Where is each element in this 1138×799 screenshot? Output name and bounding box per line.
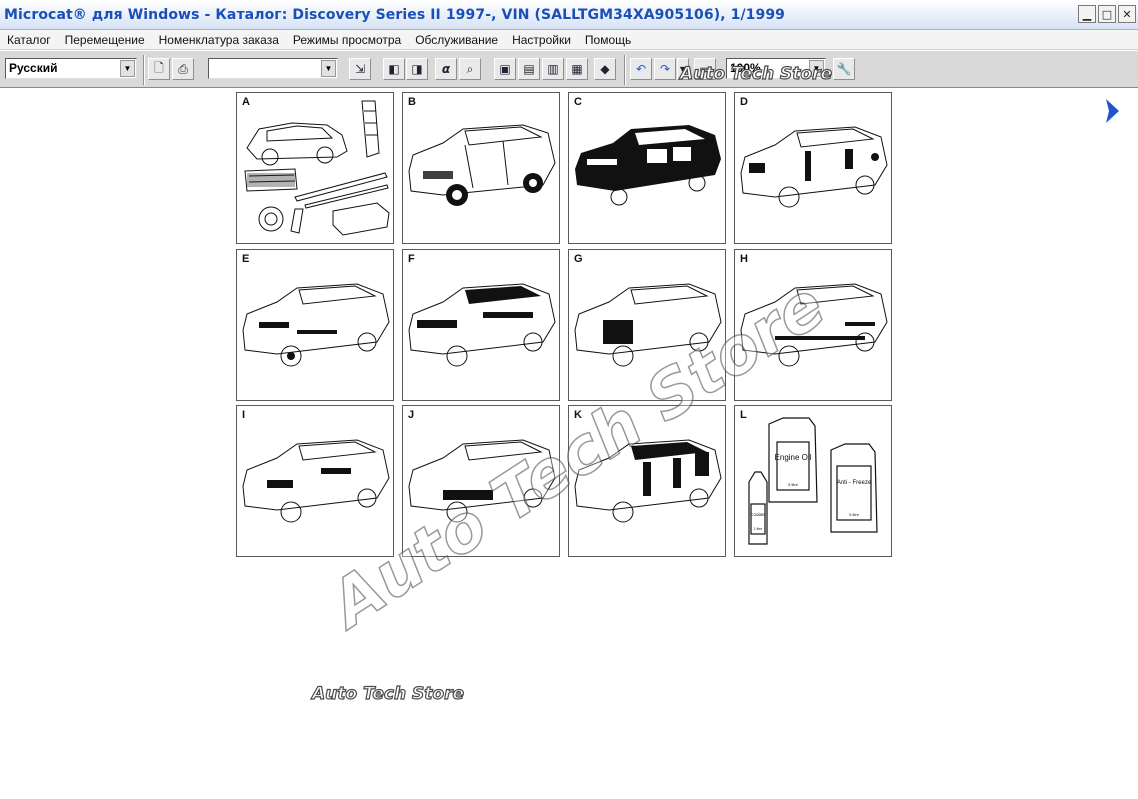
menu-bar: Каталог Перемещение Номенклатура заказа … [0, 30, 1138, 50]
car-illustration [740, 283, 888, 367]
microcat-window: Microcat® для Windows - Каталог: Discove… [0, 0, 1138, 799]
group-cell-e[interactable]: E [236, 249, 394, 401]
window-controls: ▁ □ ✕ [1078, 5, 1136, 23]
preview-icon[interactable]: 🗋 [148, 58, 170, 80]
view-t1-icon[interactable]: ▣ [494, 58, 516, 80]
menu-navigation[interactable]: Перемещение [58, 33, 152, 47]
history-dropdown-icon[interactable]: ▼ [677, 58, 689, 80]
window-title: Microcat® для Windows - Каталог: Discove… [4, 6, 786, 23]
toolbar-separator [624, 55, 626, 85]
watermark-text: Auto Tech Store [311, 683, 464, 704]
print-icon[interactable]: ⎙ [172, 58, 194, 80]
zoom-select[interactable]: 100% ▼ [726, 58, 826, 79]
car-illustration [574, 283, 722, 367]
car-illustration [575, 125, 721, 206]
engine-oil-volume: 5 litre [788, 482, 799, 487]
chevron-down-icon[interactable]: ▼ [120, 60, 135, 77]
next-arrow-shape [1106, 99, 1119, 123]
menu-order-list[interactable]: Номенклатура заказа [152, 33, 286, 47]
accessories-illustration [244, 100, 390, 236]
group-cell-f[interactable]: F [402, 249, 560, 401]
view-t4-icon[interactable]: ▦ [566, 58, 588, 80]
cart-add-icon[interactable]: ◧ [383, 58, 405, 80]
car-illustration [242, 439, 390, 523]
toolbar-separator [143, 55, 145, 85]
toolbar: Русский ▼ 🗋 ⎙ ▼ ⇲ ◧ ◨ α ⌕ ▣ ▤ ▥ ▦ ◆ ↶ ↷ … [0, 50, 1138, 88]
menu-catalog[interactable]: Каталог [0, 33, 58, 47]
language-value: Русский [9, 61, 58, 75]
cart-icon[interactable]: ◨ [406, 58, 428, 80]
zoom-tool-icon[interactable]: 🔧 [833, 58, 855, 80]
car-illustration [408, 283, 556, 367]
car-illustration [574, 439, 722, 523]
title-bar: Microcat® для Windows - Каталог: Discove… [0, 0, 1138, 30]
antifreeze-volume: 5 litre [849, 512, 860, 517]
select-tool-icon[interactable]: ⇲ [349, 58, 371, 80]
group-grid: A B C D E F G H I J K L Engine Oil 5 lit… [236, 92, 892, 557]
group-cell-h[interactable]: H [734, 249, 892, 401]
menu-help[interactable]: Помощь [578, 33, 638, 47]
alpha-search-icon[interactable]: α [435, 58, 457, 80]
car-illustration [740, 126, 888, 208]
close-icon[interactable]: ✕ [1118, 5, 1136, 23]
search-combo[interactable]: ▼ [208, 58, 338, 79]
group-cell-k[interactable]: K [568, 405, 726, 557]
engine-oil-label: Engine Oil [775, 453, 812, 462]
group-cell-d[interactable]: D [734, 92, 892, 244]
group-cell-c[interactable]: C [568, 92, 726, 244]
zoom-value: 100% [730, 61, 761, 75]
chevron-down-icon[interactable]: ▼ [321, 60, 336, 77]
minimize-icon[interactable]: ▁ [1078, 5, 1096, 23]
chevron-down-icon[interactable]: ▼ [809, 60, 824, 77]
view-t3-icon[interactable]: ▥ [542, 58, 564, 80]
car-illustration [242, 283, 390, 367]
view-t2-icon[interactable]: ▤ [518, 58, 540, 80]
antifreeze-label: Anti - Freeze [837, 480, 872, 486]
magnifier-icon[interactable]: ⌕ [459, 58, 481, 80]
group-cell-j[interactable]: J [402, 405, 560, 557]
language-select[interactable]: Русский ▼ [5, 58, 137, 79]
forward-icon[interactable]: ↷ [654, 58, 676, 80]
menu-view-modes[interactable]: Режимы просмотра [286, 33, 408, 47]
car-illustration [408, 439, 556, 523]
group-cell-b[interactable]: B [402, 92, 560, 244]
coolant-label: Coolant [750, 512, 766, 517]
menu-service[interactable]: Обслуживание [408, 33, 505, 47]
menu-settings[interactable]: Настройки [505, 33, 578, 47]
fluids-illustration: Engine Oil 5 litre Coolant 1 litre Anti … [748, 417, 878, 545]
eraser-icon[interactable]: ◆ [594, 58, 616, 80]
group-cell-a[interactable]: A [236, 92, 394, 244]
car-illustration [408, 124, 556, 206]
note-icon[interactable]: ▭ [694, 58, 716, 80]
next-page-icon[interactable] [1104, 98, 1120, 124]
maximize-icon[interactable]: □ [1098, 5, 1116, 23]
group-cell-l[interactable]: L Engine Oil 5 litre Coolant 1 litre Ant… [734, 405, 892, 557]
group-cell-g[interactable]: G [568, 249, 726, 401]
group-cell-i[interactable]: I [236, 405, 394, 557]
back-icon[interactable]: ↶ [630, 58, 652, 80]
coolant-volume: 1 litre [754, 527, 763, 531]
